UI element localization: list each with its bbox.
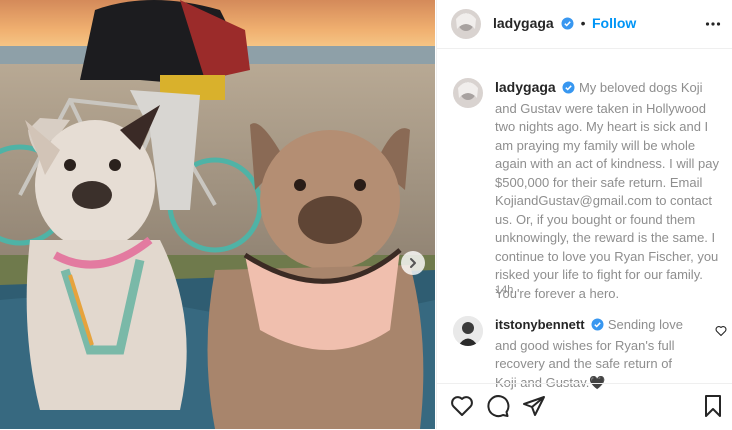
- post-timestamp[interactable]: 14h: [495, 284, 513, 296]
- more-options-icon[interactable]: [705, 16, 721, 37]
- caption-text: My beloved dogs Koji and Gustav were tak…: [495, 80, 720, 301]
- post-actions-bar: [437, 383, 732, 430]
- heart-icon[interactable]: [450, 394, 474, 423]
- post-sidebar: ladygaga • Follow ladygaga My beloved do…: [436, 0, 732, 429]
- comment-text-block: itstonybennett Sending love and good wis…: [495, 316, 695, 392]
- caption-author-username[interactable]: ladygaga: [495, 79, 556, 95]
- comment-author-username[interactable]: itstonybennett: [495, 317, 585, 332]
- caption-author-avatar[interactable]: [453, 78, 483, 108]
- author-avatar[interactable]: [451, 9, 481, 39]
- chevron-right-icon: [410, 258, 416, 268]
- next-photo-button[interactable]: [401, 251, 425, 275]
- comment-bubble-icon[interactable]: [486, 394, 510, 423]
- verified-badge-icon: [562, 81, 575, 100]
- comment-like-heart-icon[interactable]: [715, 324, 727, 342]
- verified-badge-icon: [591, 318, 604, 337]
- header-separator: •: [580, 15, 586, 31]
- share-paper-plane-icon[interactable]: [522, 394, 546, 423]
- follow-button[interactable]: Follow: [592, 15, 636, 31]
- author-username[interactable]: ladygaga: [493, 15, 554, 31]
- bookmark-icon[interactable]: [701, 394, 725, 423]
- photo-illustration: [0, 0, 435, 429]
- post-photo[interactable]: [0, 0, 435, 429]
- comment-author-avatar[interactable]: [453, 316, 483, 346]
- caption-text-block: ladygaga My beloved dogs Koji and Gustav…: [495, 78, 723, 303]
- post-header: ladygaga • Follow: [437, 0, 732, 49]
- verified-badge-icon: [561, 17, 574, 35]
